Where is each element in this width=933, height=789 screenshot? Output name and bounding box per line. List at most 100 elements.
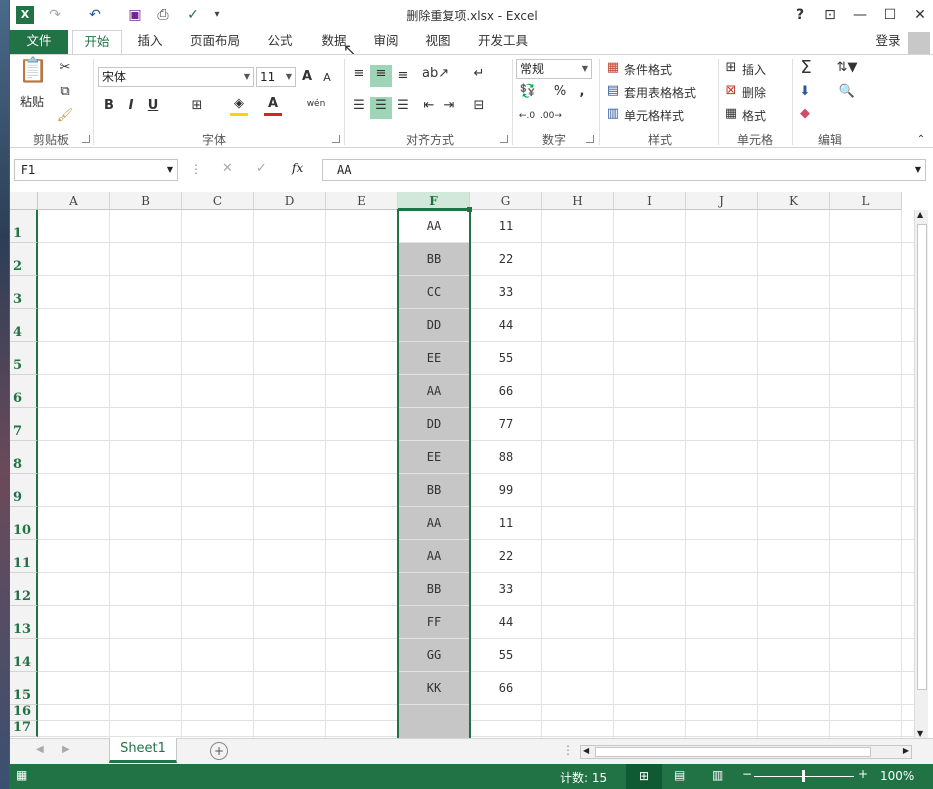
comma-button[interactable]: , xyxy=(576,83,588,101)
format-as-table-button[interactable]: 套用表格格式 xyxy=(624,84,696,101)
column-header-g[interactable]: G xyxy=(470,192,542,210)
fill-color-icon[interactable]: ◈ xyxy=(230,95,248,116)
worksheet-grid[interactable]: ▲ ▼ A B C D E F G H I J K L 1 2 3 4 5 6 7 8 9 10 11 12 13 14 15 16 1… xyxy=(10,192,933,738)
format-painter-icon[interactable]: 🖌 xyxy=(56,107,74,125)
alignment-launcher-icon[interactable] xyxy=(500,135,508,143)
row-header-11[interactable]: 11 xyxy=(10,540,38,573)
ribbon-display-icon[interactable]: ⊡ xyxy=(818,4,842,26)
cell-g6[interactable]: 66 xyxy=(470,375,542,408)
format-cells-button[interactable]: 格式 xyxy=(742,107,766,124)
shrink-font-icon[interactable]: A xyxy=(320,69,334,87)
cell-g9[interactable]: 99 xyxy=(470,474,542,507)
font-name-select[interactable]: 宋体 ▼ xyxy=(98,67,254,87)
column-header-f[interactable]: F xyxy=(398,192,470,210)
zoom-out-button[interactable]: − xyxy=(742,767,752,781)
horizontal-scrollbar[interactable]: ◀ ▶ xyxy=(580,745,912,759)
vertical-scroll-thumb[interactable] xyxy=(917,224,927,690)
clear-icon[interactable]: ◆ xyxy=(796,105,814,123)
zoom-in-button[interactable]: + xyxy=(858,767,868,781)
cell-g7[interactable]: 77 xyxy=(470,408,542,441)
conditional-format-button[interactable]: 条件格式 xyxy=(624,61,672,78)
maximize-button[interactable]: ☐ xyxy=(878,4,902,26)
row-header-15[interactable]: 15 xyxy=(10,672,38,705)
cell-g5[interactable]: 55 xyxy=(470,342,542,375)
align-bottom-icon[interactable]: ≡ xyxy=(394,67,412,85)
row-header-7[interactable]: 7 xyxy=(10,408,38,441)
column-header-b[interactable]: B xyxy=(110,192,182,210)
autosum-icon[interactable]: Σ xyxy=(796,59,816,77)
row-header-5[interactable]: 5 xyxy=(10,342,38,375)
close-button[interactable]: ✕ xyxy=(908,4,932,26)
tab-file[interactable]: 文件 xyxy=(10,30,68,54)
align-center-icon[interactable]: ☰ xyxy=(370,97,392,119)
row-header-16[interactable]: 16 xyxy=(10,704,38,721)
row-header-12[interactable]: 12 xyxy=(10,573,38,606)
tab-insert[interactable]: 插入 xyxy=(128,30,172,54)
row-header-13[interactable]: 13 xyxy=(10,606,38,639)
bold-button[interactable]: B xyxy=(102,97,116,115)
row-header-9[interactable]: 9 xyxy=(10,474,38,507)
align-right-icon[interactable]: ☰ xyxy=(394,97,412,115)
font-launcher-icon[interactable] xyxy=(332,135,340,143)
select-all-corner[interactable] xyxy=(10,192,38,210)
increase-indent-icon[interactable]: ⇥ xyxy=(440,97,458,115)
font-size-select[interactable]: 11 ▼ xyxy=(256,67,296,87)
sort-filter-icon[interactable]: ⇅▼ xyxy=(834,59,860,77)
wrap-text-icon[interactable]: ↵ xyxy=(470,65,488,83)
italic-button[interactable]: I xyxy=(124,97,138,115)
tab-home[interactable]: 开始 xyxy=(72,30,122,55)
decrease-indent-icon[interactable]: ⇤ xyxy=(420,97,438,115)
percent-button[interactable]: % xyxy=(552,83,568,101)
column-header-a[interactable]: A xyxy=(38,192,110,210)
row-header-14[interactable]: 14 xyxy=(10,639,38,672)
cell-g14[interactable]: 55 xyxy=(470,639,542,672)
column-header-c[interactable]: C xyxy=(182,192,254,210)
decrease-decimal-icon[interactable]: .00→ xyxy=(540,107,562,125)
align-middle-icon[interactable]: ≡ xyxy=(370,65,392,87)
drag-handle-icon[interactable]: ⋮ xyxy=(562,743,574,757)
name-box[interactable]: F1 ▼ xyxy=(14,159,178,181)
tab-view[interactable]: 视图 xyxy=(416,30,460,54)
row-header-2[interactable]: 2 xyxy=(10,243,38,276)
grow-font-icon[interactable]: A xyxy=(300,68,314,86)
find-select-icon[interactable]: 🔍 xyxy=(834,83,860,101)
column-header-j[interactable]: J xyxy=(686,192,758,210)
row-header-10[interactable]: 10 xyxy=(10,507,38,540)
row-header-8[interactable]: 8 xyxy=(10,441,38,474)
tab-developer[interactable]: 开发工具 xyxy=(470,30,536,54)
cell-styles-button[interactable]: 单元格样式 xyxy=(624,107,684,124)
align-left-icon[interactable]: ☰ xyxy=(350,97,368,115)
vertical-scrollbar[interactable]: ▲ ▼ xyxy=(914,210,928,738)
cell-g11[interactable]: 22 xyxy=(470,540,542,573)
cell-g12[interactable]: 33 xyxy=(470,573,542,606)
paste-label[interactable]: 粘贴 xyxy=(20,93,44,110)
underline-button[interactable]: U xyxy=(146,97,160,115)
normal-view-icon[interactable]: ⊞ xyxy=(626,764,662,789)
paste-icon[interactable]: 📋 xyxy=(18,58,48,91)
enter-icon[interactable]: ✓ xyxy=(256,161,267,176)
collapse-ribbon-icon[interactable]: ⌃ xyxy=(914,131,928,149)
scroll-right-icon[interactable]: ▶ xyxy=(903,746,909,755)
row-header-17[interactable]: 17 xyxy=(10,720,38,737)
expand-formula-icon[interactable]: ▼ xyxy=(915,160,921,180)
column-header-e[interactable]: E xyxy=(326,192,398,210)
cell-g2[interactable]: 22 xyxy=(470,243,542,276)
sheet-tab-sheet1[interactable]: Sheet1 xyxy=(109,738,177,763)
cell-g13[interactable]: 44 xyxy=(470,606,542,639)
insert-function-button[interactable]: fx xyxy=(292,161,303,175)
tab-review[interactable]: 审阅 xyxy=(364,30,408,54)
cell-g15[interactable]: 66 xyxy=(470,672,542,705)
delete-cells-button[interactable]: 删除 xyxy=(742,84,766,101)
tab-formulas[interactable]: 公式 xyxy=(258,30,302,54)
formula-input[interactable]: AA ▼ xyxy=(322,159,926,181)
font-color-icon[interactable]: A xyxy=(264,95,282,116)
orientation-icon[interactable]: ab↗ xyxy=(422,65,449,83)
borders-icon[interactable]: ⊞ xyxy=(188,97,206,115)
macro-record-icon[interactable]: ▦ xyxy=(16,768,27,782)
row-header-4[interactable]: 4 xyxy=(10,309,38,342)
number-format-select[interactable]: 常规 ▼ xyxy=(516,59,592,79)
insert-cells-button[interactable]: 插入 xyxy=(742,61,766,78)
column-header-i[interactable]: I xyxy=(614,192,686,210)
prev-sheet-icon[interactable]: ◀ xyxy=(36,744,44,755)
add-sheet-button[interactable]: + xyxy=(210,742,228,760)
